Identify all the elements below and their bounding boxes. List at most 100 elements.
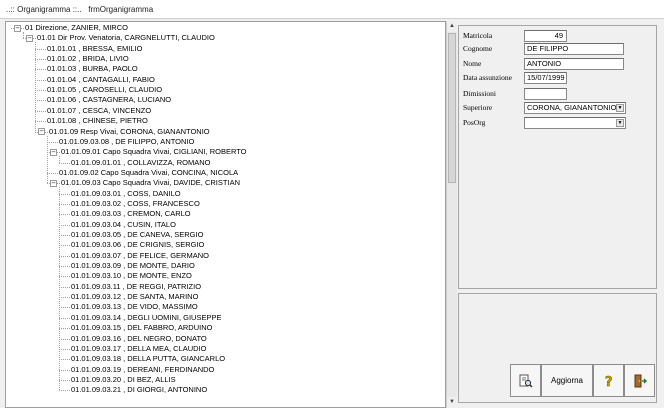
tree-node[interactable]: 01.01.09.01.01 , COLLAVIZZA, ROMANO — [71, 158, 211, 168]
tree-node[interactable]: 01 Direzione, ZANIER, MIRCO — [25, 23, 128, 33]
tree-node[interactable]: 01.01.09.03.06 , DE CRIGNIS, SERGIO — [71, 240, 204, 250]
tree-node[interactable]: 01.01.09.03.03 , CREMON, CARLO — [71, 209, 191, 219]
tree-node-label: 01.01.01 , BRESSA, EMILIO — [47, 43, 143, 53]
tree-node[interactable]: 01.01.08 , CHINESE, PIETRO — [47, 116, 148, 126]
collapse-icon[interactable]: − — [50, 148, 57, 156]
scroll-up-arrow-icon[interactable]: ▲ — [447, 21, 457, 32]
cognome-label: Cognome — [463, 44, 493, 53]
tree-node[interactable]: 01.01.09.03.11 , DE REGGI, PATRIZIO — [71, 282, 201, 292]
tree-node-label: 01.01.09.03.16 , DEL NEGRO, DONATO — [71, 333, 207, 343]
tree-node-label: 01.01.09.03.17 , DELLA MEA, CLAUDIO — [71, 343, 207, 353]
tree-node-label: 01.01.09.03.04 , CUSIN, ITALO — [71, 219, 176, 229]
tree-node[interactable]: 01.01.09.03.09 , DE MONTE, DARIO — [71, 261, 195, 271]
collapse-icon[interactable]: − — [50, 179, 57, 187]
org-tree[interactable]: −01 Direzione, ZANIER, MIRCO −01.01 Dir P… — [5, 21, 446, 408]
tree-node[interactable]: 01.01.09.03.19 , DEREANI, FERDINANDO — [71, 365, 214, 375]
tree-node-label: 01.01 Dir Prov. Venatoria, CARGNELUTTI, … — [37, 33, 215, 43]
collapse-icon[interactable]: − — [38, 128, 45, 135]
tree-connector — [21, 28, 24, 29]
document-magnifier-icon — [519, 374, 533, 388]
tree-connector — [59, 156, 60, 163]
tree-connector — [59, 162, 70, 164]
detail-panel: Matricola 49 Cognome DE FILIPPO Nome ANT… — [458, 25, 657, 289]
tree-connector — [59, 224, 70, 226]
data-assunzione-row: Data assunzione — [463, 72, 512, 84]
tree-node[interactable]: 01.01.09.03.21 , DI GIORGI, ANTONINO — [71, 385, 207, 395]
chevron-down-icon[interactable]: ▼ — [616, 119, 624, 127]
tree-node-label: 01.01.09.01 Capo Squadra Vivai, CIGLIANI… — [61, 147, 247, 157]
scroll-down-arrow-icon[interactable]: ▼ — [447, 397, 457, 408]
tree-connector — [45, 131, 48, 133]
tree-node[interactable]: 01.01.09.03.20 , DI BEZ, ALLIS — [71, 375, 176, 385]
tree-node[interactable]: 01.01.09.03.14 , DEGLI UOMINI, GIUSEPPE — [71, 313, 221, 323]
tree-node[interactable]: 01.01.09.03.10 , DE MONTE, ENZO — [71, 271, 192, 281]
exit-button[interactable] — [624, 364, 655, 397]
tree-connector — [35, 42, 36, 132]
tree-node-label: 01.01.09.02 Capo Squadra Vivai, CONCINA,… — [59, 167, 239, 177]
tree-node[interactable]: 01.01.03 , BURBA, PAOLO — [47, 64, 138, 74]
superiore-value: CORONA, GIANANTONIO — [527, 103, 617, 112]
tree-node-label: 01.01.09.03.13 , DE VIDO, MASSIMO — [71, 302, 198, 312]
superiore-select[interactable]: CORONA, GIANANTONIO ▼ — [524, 102, 626, 114]
cognome-field[interactable]: DE FILIPPO — [524, 43, 624, 55]
matricola-label: Matricola — [463, 31, 493, 40]
tree-connector — [35, 90, 46, 92]
tree-node[interactable]: 01.01.09.03.15 , DEL FABBRO, ARDUINO — [71, 323, 212, 333]
tree-node[interactable]: 01.01.09.03.07 , DE FELICE, GERMANO — [71, 251, 209, 261]
tree-node[interactable]: 01.01.05 , CAROSELLI, CLAUDIO — [47, 85, 162, 95]
tree-node[interactable]: 01.01.09.01 Capo Squadra Vivai, CIGLIANI… — [61, 147, 247, 157]
tree-node[interactable]: 01.01 Dir Prov. Venatoria, CARGNELUTTI, … — [37, 33, 215, 43]
scroll-thumb[interactable] — [448, 33, 456, 183]
tree-node[interactable]: 01.01.09.03.01 , COSS, DANILO — [71, 189, 181, 199]
help-button[interactable]: ? — [593, 364, 624, 397]
tree-node-label: 01.01.09.03.06 , DE CRIGNIS, SERGIO — [71, 240, 205, 250]
aggiorna-button[interactable]: Aggiorna — [541, 364, 593, 397]
tree-node[interactable]: 01.01.09.03.18 , DELLA PUTTA, GIANCARLO — [71, 354, 225, 364]
tree-node[interactable]: 01.01.04 , CANTAGALLI, FABIO — [47, 75, 155, 85]
dimissioni-field[interactable] — [524, 88, 567, 100]
tree-node[interactable]: 01.01.09.02 Capo Squadra Vivai, CONCINA,… — [59, 168, 238, 178]
tree-connector — [59, 379, 70, 381]
tree-node-label: 01.01.09.03.14 , DEGLI UOMINI, GIUSEPPE — [71, 312, 222, 322]
tree-node[interactable]: 01.01.09.03.08 , DE FILIPPO, ANTONIO — [59, 137, 194, 147]
tree-connector — [59, 235, 70, 236]
tree-connector — [59, 369, 70, 371]
tree-connector — [33, 38, 36, 40]
preview-button[interactable] — [510, 364, 541, 397]
nome-field[interactable]: ANTONIO — [524, 58, 624, 70]
tree-connector — [59, 348, 70, 350]
tree-node[interactable]: 01.01.09.03.04 , CUSIN, ITALO — [71, 220, 176, 230]
tree-node[interactable]: 01.01.09.03.16 , DEL NEGRO, DONATO — [71, 334, 207, 344]
tree-node[interactable]: 01.01.09.03.13 , DE VIDO, MASSIMO — [71, 302, 198, 312]
tree-node[interactable]: 01.01.09.03 Capo Squadra Vivai, DAVIDE, … — [61, 178, 240, 188]
data-assunzione-field[interactable]: 15/07/1999 — [524, 72, 567, 84]
tree-node[interactable]: 01.01.09 Resp Vivai, CORONA, GIANANTONIO — [49, 127, 210, 137]
tree-node-label: 01.01.07 , CESCA, VINCENZO — [47, 105, 152, 115]
tree-node[interactable]: 01.01.06 , CASTAGNERA, LUCIANO — [47, 95, 171, 105]
posorg-select[interactable]: ▼ — [524, 117, 626, 129]
tree-node-label: 01.01.09.03.11 , DE REGGI, PATRIZIO — [71, 281, 202, 291]
tree-connector — [47, 135, 48, 184]
dimissioni-label: Dimissioni — [463, 89, 496, 98]
tree-node-label: 01.01.06 , CASTAGNERA, LUCIANO — [47, 95, 172, 105]
tree-node-label: 01.01.09.03 Capo Squadra Vivai, DAVIDE, … — [61, 178, 240, 188]
collapse-icon[interactable]: − — [26, 34, 33, 42]
tree-connector — [59, 276, 70, 278]
tree-node-label: 01.01.09.03.07 , DE FELICE, GERMANO — [71, 250, 209, 260]
chevron-down-icon[interactable]: ▼ — [616, 104, 624, 112]
nome-label: Nome — [463, 59, 482, 68]
tree-node[interactable]: 01.01.09.03.17 , DELLA MEA, CLAUDIO — [71, 344, 207, 354]
tree-node[interactable]: 01.01.09.03.02 , COSS, FRANCESCO — [71, 199, 200, 209]
tree-vertical-scrollbar[interactable]: ▲ ▼ — [446, 21, 457, 408]
tree-connector — [35, 79, 46, 81]
tree-node-label: 01.01.09.03.10 , DE MONTE, ENZO — [71, 271, 192, 281]
tree-node[interactable]: 01.01.01 , BRESSA, EMILIO — [47, 44, 142, 54]
tree-node-label: 01.01.09.03.08 , DE FILIPPO, ANTONIO — [59, 136, 195, 146]
matricola-field[interactable]: 49 — [524, 30, 567, 42]
tree-node[interactable]: 01.01.09.03.12 , DE SANTA, MARINO — [71, 292, 198, 302]
tree-node[interactable]: 01.01.07 , CESCA, VINCENZO — [47, 106, 151, 116]
tree-node[interactable]: 01.01.02 , BRIDA, LIVIO — [47, 54, 129, 64]
collapse-icon[interactable]: − — [14, 24, 21, 32]
tree-node[interactable]: 01.01.09.03.05 , DE CANEVA, SERGIO — [71, 230, 203, 240]
button-bar: Aggiorna ? — [458, 293, 657, 403]
